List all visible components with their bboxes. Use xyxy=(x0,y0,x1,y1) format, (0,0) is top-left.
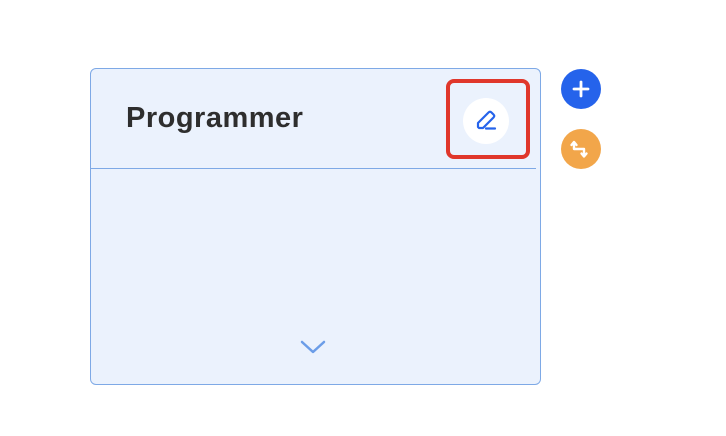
add-button[interactable] xyxy=(561,69,601,109)
chevron-down-icon xyxy=(300,340,326,354)
route-icon xyxy=(570,140,588,158)
route-button[interactable] xyxy=(561,129,601,169)
canvas: Programmer xyxy=(0,0,726,436)
pencil-icon xyxy=(476,110,497,130)
edit-button[interactable] xyxy=(463,98,509,144)
expand-button[interactable] xyxy=(300,338,326,356)
plus-icon xyxy=(572,80,590,98)
node-card[interactable]: Programmer xyxy=(90,68,541,385)
card-title: Programmer xyxy=(126,102,304,134)
